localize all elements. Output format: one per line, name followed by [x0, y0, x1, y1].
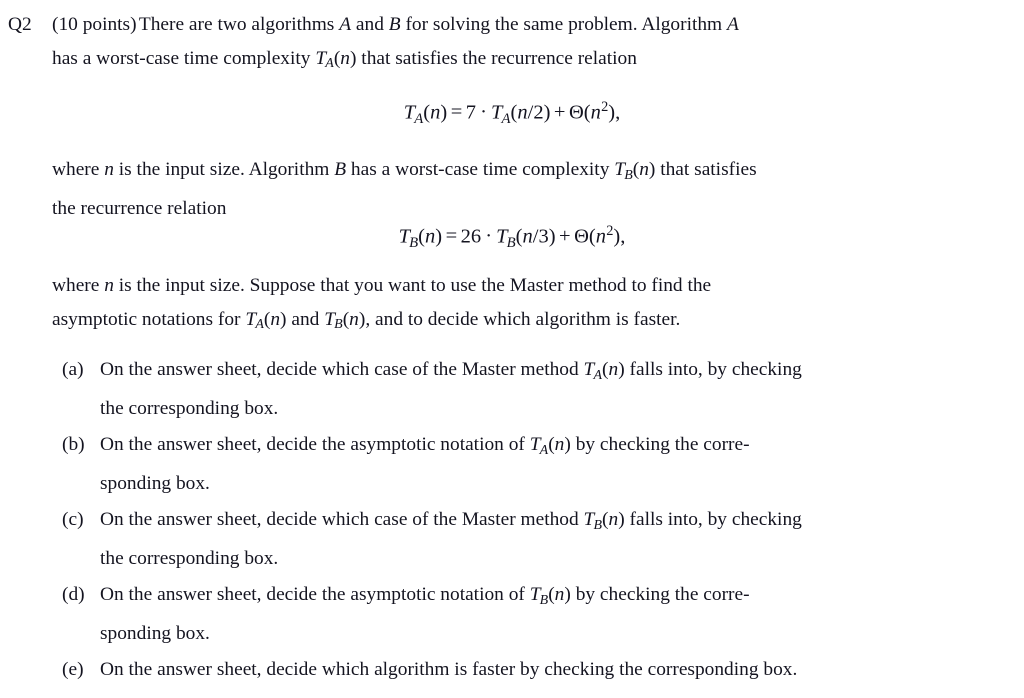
item-b-line2: sponding box. [100, 473, 210, 495]
item-d-text: (d) On the answer sheet, decide the asymp… [8, 578, 958, 651]
algorithm-a-symbol: A [339, 14, 352, 35]
para-last-part2: is the input size. Suppose that you want… [113, 275, 712, 296]
para-mid-part3: has a worst-case time complexity [346, 159, 615, 180]
paragraph-last-block: where n is the input size. Suppose that … [8, 269, 958, 342]
eq-a-cdot: · [480, 101, 487, 124]
paragraph-last-line1: where n is the input size. Suppose that … [8, 269, 958, 303]
inline-math-item-b: TA(n) [529, 434, 571, 458]
eq-a-comma: , [615, 101, 621, 124]
item-e-text: (e) On the answer sheet, decide which alg… [8, 653, 958, 687]
para-mid-part2: is the input size. Algorithm [113, 159, 335, 180]
inline-math-ta-2: TA(n) [245, 308, 287, 333]
item-b-part2: by checking the corre- [570, 434, 750, 455]
display-equation-tb: TB(n) = 26 · TB(n/3) + Θ(n2), [398, 223, 626, 251]
para-last-l2-part3: , and to decide which algorithm is faste… [365, 308, 681, 330]
list-item-e: (e) On the answer sheet, decide which alg… [8, 653, 958, 687]
eq-b-theta-open: ( [588, 225, 596, 248]
eq-b-equals: = [445, 225, 458, 248]
eq-a-theta-var: n [590, 101, 601, 124]
para-mid-part1: where [52, 159, 105, 180]
item-c-part2: falls into, by checking [624, 509, 802, 530]
item-a-marker: (a) [62, 359, 84, 380]
list-item-d: (d) On the answer sheet, decide the asymp… [8, 578, 958, 651]
question-intro-text-c: for solving the same problem. Algorithm [400, 14, 727, 35]
paragraph-last-line2: asymptotic notations for TA(n) and TB(n)… [8, 303, 958, 342]
eq-b-comma: , [620, 225, 626, 248]
item-d-line2: sponding box. [100, 623, 210, 645]
eq-b-rec-sub: B [506, 234, 516, 251]
list-item-a: (a) On the answer sheet, decide which cas… [8, 353, 958, 426]
eq-a-theta: Θ [568, 101, 584, 124]
para-mid-part4: that satisfies [655, 159, 757, 180]
item-c-marker: (c) [62, 509, 84, 530]
inline-math-tb-2: TB(n) [324, 308, 366, 333]
para-last-part1: where [52, 275, 105, 296]
item-a-text: (a) On the answer sheet, decide which cas… [8, 353, 958, 426]
item-b-text: (b) On the answer sheet, decide the asymp… [8, 428, 958, 501]
item-e-marker: (e) [62, 659, 84, 680]
question-block: Q2 (10 points) There are two algorithms A … [8, 8, 958, 81]
algorithm-b-symbol: B [388, 14, 401, 35]
item-e-part1: On the answer sheet, decide which algori… [100, 659, 798, 680]
item-c-text: (c) On the answer sheet, decide which cas… [8, 503, 958, 576]
item-b-part1: On the answer sheet, decide the asymptot… [100, 434, 530, 455]
eq-b-rec-T: T [496, 225, 508, 248]
eq-a-plus: + [553, 101, 566, 124]
para-last-l2-part2: and [286, 308, 325, 330]
eq-a-theta-open: ( [583, 101, 591, 124]
item-a-line2: the corresponding box. [100, 398, 279, 420]
eq-a-lhs-sub: A [414, 110, 424, 127]
eq-b-coefficient: 26 [460, 225, 482, 248]
document-page: Q2 (10 points) There are two algorithms A … [0, 0, 1024, 698]
question-number: Q2 [8, 14, 32, 35]
inline-math-item-c: TB(n) [583, 509, 625, 533]
eq-b-theta-var: n [595, 225, 606, 248]
item-b-marker: (b) [62, 434, 85, 455]
list-item-c: (c) On the answer sheet, decide which cas… [8, 503, 958, 576]
eq-b-plus: + [559, 225, 571, 248]
item-d-part1: On the answer sheet, decide the asymptot… [100, 584, 530, 605]
question-intro-text-d: has a worst-case time complexity [52, 47, 316, 69]
paragraph-mid-block: where n is the input size. Algorithm B h… [8, 153, 958, 226]
paragraph-mid-line2: the recurrence relation [52, 198, 227, 220]
inline-math-item-a: TA(n) [583, 359, 625, 383]
question-points: (10 points) [52, 14, 137, 35]
question-intro-paragraph: Q2 (10 points) There are two algorithms A … [8, 8, 958, 42]
item-d-part2: by checking the corre- [570, 584, 750, 605]
question-intro-text-b: and [351, 14, 389, 35]
eq-b-theta: Θ [574, 225, 589, 248]
question-intro-text-e: that satisfies the recurrence relation [356, 47, 637, 69]
item-a-part2: falls into, by checking [624, 359, 802, 380]
inline-math-ta: TA(n) [315, 47, 357, 72]
inline-math-tb: TB(n) [614, 159, 656, 183]
algorithm-a-symbol-2: A [726, 14, 739, 35]
eq-a-rec-T: T [491, 101, 503, 124]
item-c-line2: the corresponding box. [100, 548, 279, 570]
var-n-2: n [104, 275, 114, 296]
var-n: n [104, 159, 114, 180]
para-last-l2-part1: asymptotic notations for [52, 308, 246, 330]
eq-a-equals: = [450, 101, 463, 124]
eq-b-cdot: · [485, 225, 493, 248]
item-a-part1: On the answer sheet, decide which case o… [100, 359, 584, 380]
display-equation-ta: TA(n) = 7 · TA(n/2) + Θ(n2), [403, 99, 621, 127]
inline-math-item-d: TB(n) [529, 584, 571, 608]
list-item-b: (b) On the answer sheet, decide the asymp… [8, 428, 958, 501]
eq-a-rec-sub: A [501, 110, 511, 127]
paragraph-mid-line1: where n is the input size. Algorithm B h… [8, 153, 958, 192]
eq-b-lhs-sub: B [409, 234, 419, 251]
question-intro-text-a: There are two algorithms [138, 14, 340, 35]
eq-a-coefficient: 7 [465, 101, 476, 124]
algorithm-b-symbol-3: B [334, 159, 347, 180]
question-intro-line2: has a worst-case time complexity TA(n) t… [8, 42, 958, 81]
item-d-marker: (d) [62, 584, 85, 605]
item-c-part1: On the answer sheet, decide which case o… [100, 509, 584, 530]
